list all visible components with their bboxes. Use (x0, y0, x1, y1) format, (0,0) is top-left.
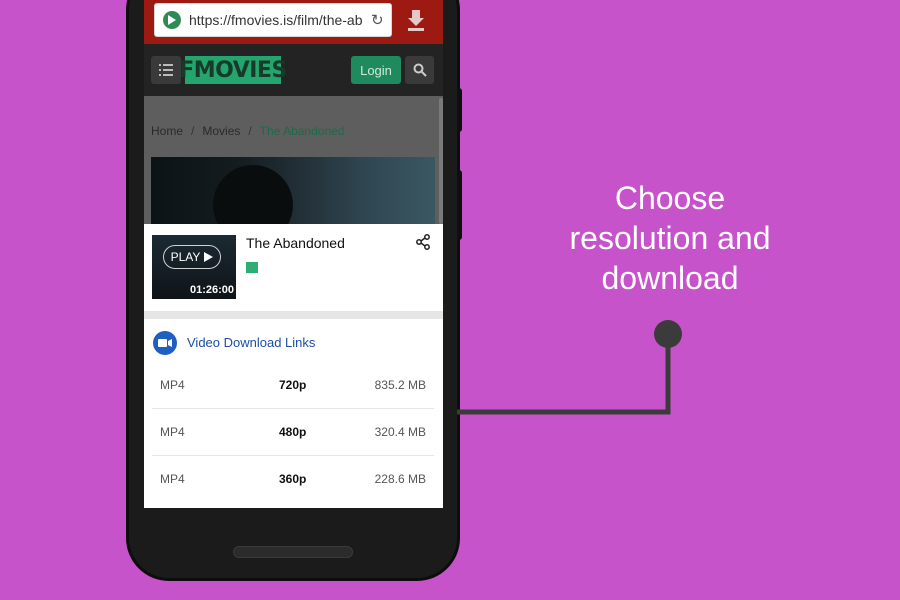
callout-connector (457, 320, 682, 415)
callout-line: resolution and (569, 220, 771, 256)
callout-text: Choose resolution and download (560, 178, 780, 298)
callout-line: download (601, 260, 739, 296)
callout-line: Choose (614, 180, 726, 216)
